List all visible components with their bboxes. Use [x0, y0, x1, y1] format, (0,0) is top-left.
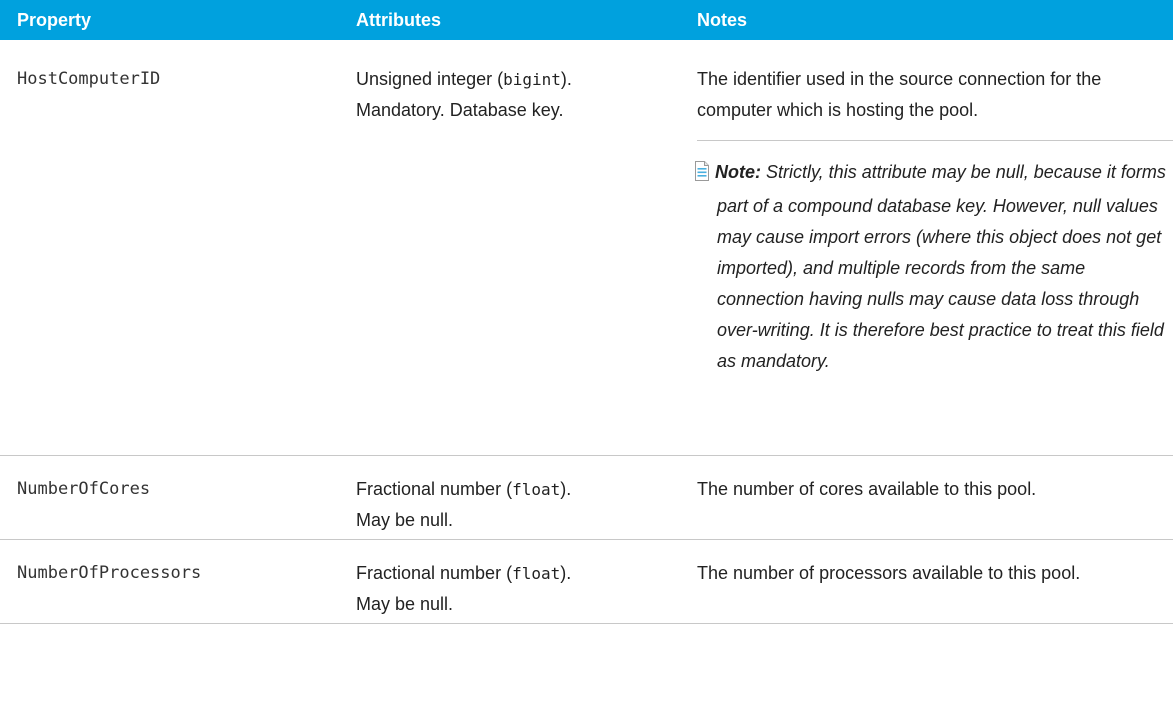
note-block: Note: Strictly, this attribute may be nu… — [695, 140, 1173, 377]
header-attributes: Attributes — [339, 0, 680, 40]
attributes-type: Fractional number ( — [356, 563, 513, 583]
attributes-code: float — [512, 564, 561, 583]
property-name: NumberOfCores — [0, 455, 339, 540]
attributes-type: Fractional number ( — [356, 479, 513, 499]
attributes-detail: May be null. — [356, 594, 454, 614]
note-body: Strictly, this attribute may be null, be… — [717, 162, 1166, 371]
notes-cell: The number of cores available to this po… — [680, 455, 1173, 540]
attributes-detail: Mandatory. Database key. — [356, 100, 564, 120]
attributes-code: bigint — [503, 70, 561, 89]
table-row: NumberOfCores Fractional number (float).… — [0, 455, 1173, 540]
notes-cell: The number of processors available to th… — [680, 539, 1173, 624]
attributes-type-end: ). — [560, 69, 572, 89]
notes-cell: The identifier used in the source connec… — [680, 40, 1173, 456]
attributes-detail: May be null. — [356, 510, 454, 530]
attributes-cell: Fractional number (float). May be null. — [339, 539, 680, 624]
table-header-row: Property Attributes Notes — [0, 0, 1173, 40]
property-name: NumberOfProcessors — [0, 539, 339, 624]
header-property: Property — [0, 0, 339, 40]
table-row: NumberOfProcessors Fractional number (fl… — [0, 539, 1173, 624]
notes-text: The number of processors available to th… — [697, 563, 1081, 583]
attributes-cell: Unsigned integer (bigint). Mandatory. Da… — [339, 40, 680, 456]
notes-text: The identifier used in the source connec… — [697, 69, 1102, 120]
note-label: Note: — [715, 162, 761, 182]
attributes-type: Unsigned integer ( — [356, 69, 504, 89]
note-text: Note: Strictly, this attribute may be nu… — [695, 157, 1173, 377]
properties-table: Property Attributes Notes HostComputerID… — [0, 0, 1173, 624]
header-notes: Notes — [680, 0, 1173, 40]
notes-text: The number of cores available to this po… — [697, 479, 1037, 499]
table-row: HostComputerID Unsigned integer (bigint)… — [0, 40, 1173, 456]
attributes-type-end: ). — [560, 563, 572, 583]
property-name: HostComputerID — [0, 40, 339, 456]
note-icon — [695, 160, 709, 191]
attributes-code: float — [512, 480, 561, 499]
attributes-type-end: ). — [560, 479, 572, 499]
attributes-cell: Fractional number (float). May be null. — [339, 455, 680, 540]
